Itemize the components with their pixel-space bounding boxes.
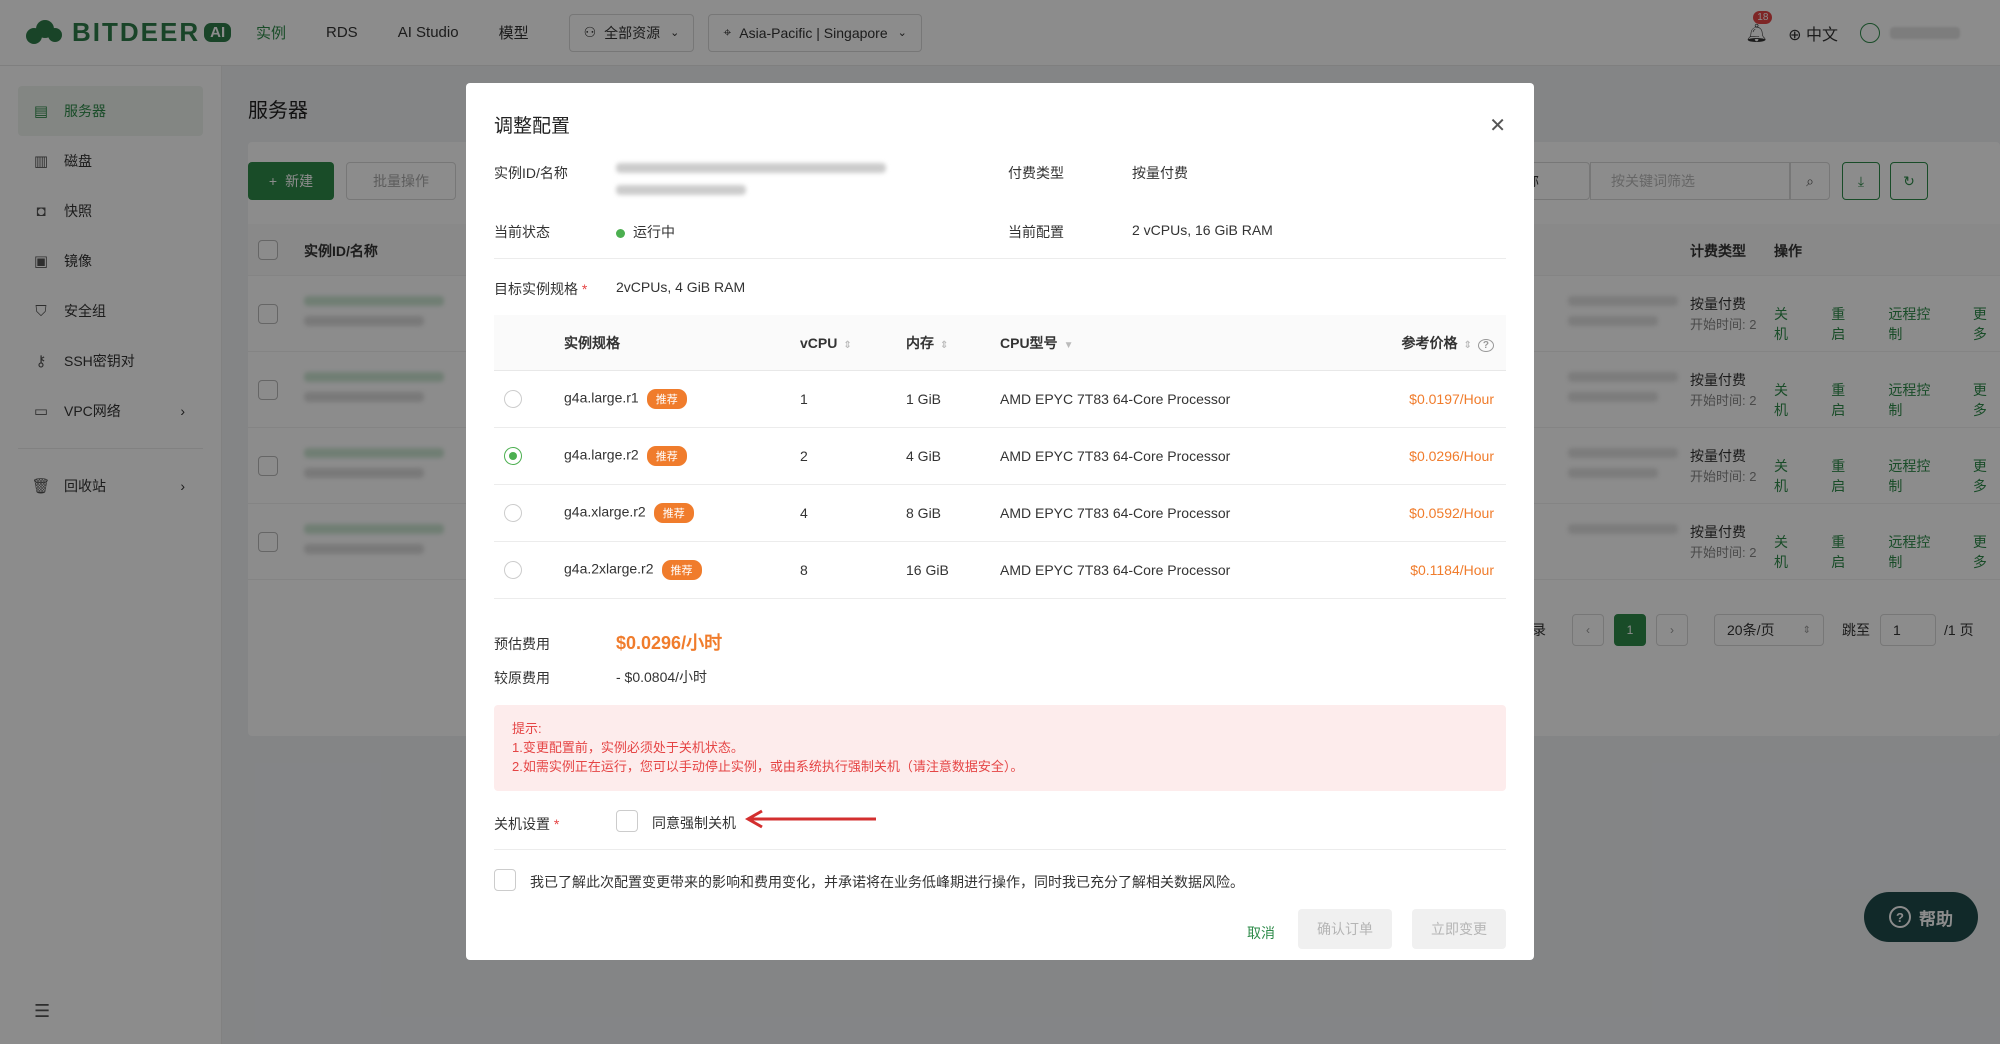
spec-memory: 16 GiB [906, 562, 949, 578]
spec-name-cell: g4a.large.r2 推荐 [564, 446, 687, 466]
estimate-label: 预估费用 [494, 636, 550, 652]
recommend-tag: 推荐 [646, 446, 687, 466]
col-price-label: 参考价格 [1401, 334, 1458, 351]
status-text: 运行中 [633, 224, 675, 240]
close-icon[interactable]: ✕ [1489, 113, 1506, 138]
billing-label: 付费类型 [1008, 165, 1064, 181]
spec-name-cell: g4a.2xlarge.r2 推荐 [564, 560, 702, 580]
spec-cpu-model: AMD EPYC 7T83 64-Core Processor [1000, 505, 1231, 521]
spec-price: $0.1184/Hour [1410, 562, 1494, 578]
info-icon: ? [1477, 338, 1494, 352]
saving-label: 较原费用 [494, 670, 550, 686]
target-spec-value: 2vCPUs, 4 GiB RAM [616, 279, 746, 295]
modal-title: 调整配置 [494, 116, 571, 137]
spec-name-cell: g4a.large.r1 推荐 [564, 389, 687, 409]
recommend-tag: 推荐 [646, 389, 687, 409]
filter-icon: ▼ [1063, 339, 1074, 351]
spec-radio-selected[interactable] [504, 447, 522, 465]
tip-line-1: 1.变更配置前，实例必须处于关机状态。 [512, 740, 744, 755]
spec-vcpu: 1 [800, 391, 808, 407]
sort-icon: ⇕ [1463, 339, 1472, 351]
spec-vcpu: 8 [800, 562, 808, 578]
tip-line-2: 2.如需实例正在运行，您可以手动停止实例，或由系统执行强制关机（请注意数据安全）… [512, 759, 1024, 774]
status-dot [616, 228, 625, 238]
annotation-arrow-icon [744, 809, 876, 829]
col-vcpu[interactable]: vCPU ⇕ [800, 335, 852, 351]
instance-id-blurred [616, 163, 886, 173]
spec-radio[interactable] [504, 504, 522, 522]
spec-vcpu: 2 [800, 448, 808, 464]
shutdown-setting-label-text: 关机设置 [494, 816, 550, 832]
spec-row[interactable]: g4a.large.r1 推荐 1 1 GiB AMD EPYC 7T83 64-… [494, 371, 1506, 428]
tip-box: 提示: 1.变更配置前，实例必须处于关机状态。 2.如需实例正在运行，您可以手动… [494, 705, 1506, 791]
cancel-button[interactable]: 取消 [1226, 913, 1296, 953]
col-cpu-model-label: CPU型号 [1000, 334, 1058, 351]
spec-radio[interactable] [504, 561, 522, 579]
spec-row[interactable]: g4a.2xlarge.r2 推荐 8 16 GiB AMD EPYC 7T83 … [494, 542, 1506, 599]
status-value: 运行中 [616, 222, 675, 242]
required-mark: * [581, 281, 588, 297]
spec-memory: 1 GiB [906, 391, 942, 407]
divider [494, 258, 1506, 259]
instance-label: 实例ID/名称 [494, 165, 568, 181]
spec-name: g4a.2xlarge.r2 [564, 560, 654, 577]
change-now-button[interactable]: 立即变更 [1412, 909, 1506, 949]
spec-price: $0.0197/Hour [1409, 391, 1494, 407]
spec-table-header: 实例规格 vCPU ⇕ 内存 ⇕ CPU型号 ▼ 参考价格 ⇕? [494, 315, 1506, 371]
col-cpu-model[interactable]: CPU型号 ▼ [1000, 333, 1073, 353]
current-config-value: 2 vCPUs, 16 GiB RAM [1132, 222, 1273, 238]
spec-cpu-model: AMD EPYC 7T83 64-Core Processor [1000, 448, 1231, 464]
spec-price: $0.0592/Hour [1409, 505, 1494, 521]
spec-memory: 4 GiB [906, 448, 942, 464]
col-memory-label: 内存 [906, 334, 934, 351]
spec-price: $0.0296/Hour [1409, 448, 1494, 464]
adjust-config-modal: 调整配置 ✕ 实例ID/名称 付费类型 按量付费 当前状态 运行中 当前配置 2… [466, 83, 1534, 960]
sort-icon: ⇕ [940, 339, 949, 351]
recommend-tag: 推荐 [653, 503, 694, 523]
col-price[interactable]: 参考价格 ⇕? [1401, 333, 1494, 353]
spec-memory: 8 GiB [906, 505, 942, 521]
force-shutdown-label[interactable]: 同意强制关机 [652, 813, 736, 833]
current-config-label: 当前配置 [1008, 224, 1064, 240]
acknowledge-text[interactable]: 我已了解此次配置变更带来的影响和费用变化，并承诺将在业务低峰期进行操作，同时我已… [530, 872, 1244, 892]
status-label: 当前状态 [494, 224, 550, 240]
estimate-value: $0.0296/小时 [616, 633, 723, 653]
spec-name-cell: g4a.xlarge.r2 推荐 [564, 503, 694, 523]
confirm-order-button[interactable]: 确认订单 [1298, 909, 1392, 949]
col-memory[interactable]: 内存 ⇕ [906, 333, 948, 353]
saving-value: - $0.0804/小时 [616, 669, 708, 685]
spec-cpu-model: AMD EPYC 7T83 64-Core Processor [1000, 391, 1231, 407]
recommend-tag: 推荐 [661, 560, 702, 580]
instance-name-blurred [616, 185, 746, 195]
spec-name: g4a.large.r2 [564, 446, 639, 463]
sort-icon: ⇕ [843, 339, 852, 351]
spec-cpu-model: AMD EPYC 7T83 64-Core Processor [1000, 562, 1231, 578]
spec-name: g4a.xlarge.r2 [564, 503, 646, 520]
billing-value: 按量付费 [1132, 165, 1188, 181]
spec-table: 实例规格 vCPU ⇕ 内存 ⇕ CPU型号 ▼ 参考价格 ⇕? g4a.large.r… [494, 315, 1506, 599]
acknowledge-checkbox[interactable] [494, 869, 516, 891]
required-mark: * [553, 816, 560, 832]
spec-vcpu: 4 [800, 505, 808, 521]
divider [494, 849, 1506, 850]
force-shutdown-checkbox[interactable] [616, 810, 638, 832]
spec-row-selected[interactable]: g4a.large.r2 推荐 2 4 GiB AMD EPYC 7T83 64-… [494, 428, 1506, 485]
spec-row[interactable]: g4a.xlarge.r2 推荐 4 8 GiB AMD EPYC 7T83 64… [494, 485, 1506, 542]
target-spec-label-text: 目标实例规格 [494, 281, 578, 297]
col-spec: 实例规格 [564, 334, 620, 351]
target-spec-label: 目标实例规格 * [494, 279, 587, 299]
col-vcpu-label: vCPU [800, 334, 838, 351]
spec-name: g4a.large.r1 [564, 389, 639, 406]
shutdown-setting-label: 关机设置 * [494, 814, 559, 834]
spec-radio[interactable] [504, 390, 522, 408]
tip-title: 提示: [512, 721, 542, 736]
